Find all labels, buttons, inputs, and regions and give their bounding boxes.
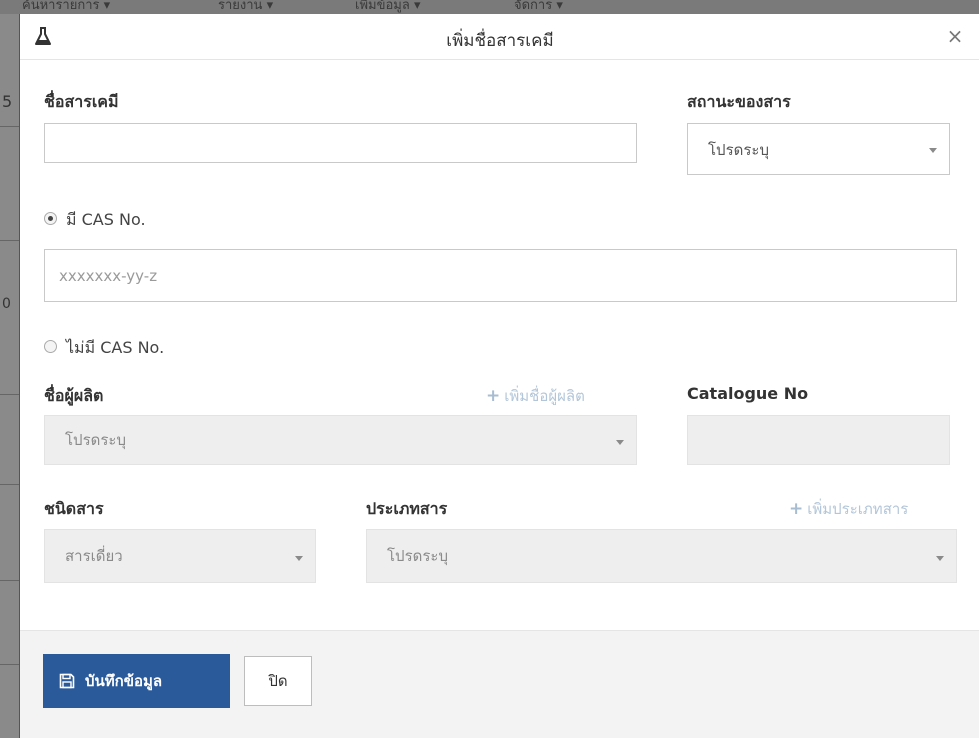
state-selected-value: โปรดระบุ bbox=[708, 141, 770, 159]
chevron-down-icon bbox=[936, 556, 944, 561]
chevron-down-icon bbox=[295, 556, 303, 561]
add-manufacturer-link[interactable]: + เพิ่มชื่อผู้ผลิต bbox=[486, 384, 585, 408]
add-manufacturer-label: เพิ่มชื่อผู้ผลิต bbox=[504, 387, 585, 405]
catalogue-input[interactable] bbox=[688, 416, 949, 464]
chevron-down-icon bbox=[929, 148, 937, 153]
background-nav-item: เพิ่มข้อมูล ▾ bbox=[355, 0, 421, 13]
catalogue-field[interactable] bbox=[687, 415, 950, 465]
add-chemical-dialog: เพิ่มชื่อสารเคมี × ชื่อสารเคมี สถานะของส… bbox=[19, 14, 979, 738]
chemical-name-label: ชื่อสารเคมี bbox=[44, 92, 119, 111]
add-substance-type-label: เพิ่มประเภทสาร bbox=[807, 500, 909, 518]
background-nav: ค้นหารายการ ▾ รายงาน ▾ เพิ่มข้อมูล ▾ จัด… bbox=[0, 0, 979, 14]
dialog-header: เพิ่มชื่อสารเคมี × bbox=[20, 14, 979, 60]
cas-yes-radio[interactable] bbox=[44, 212, 57, 225]
save-button[interactable]: บันทึกข้อมูล bbox=[43, 654, 230, 708]
background-glyph: 0 bbox=[2, 296, 11, 312]
cas-no-radio[interactable] bbox=[44, 340, 57, 353]
cas-number-input[interactable] bbox=[45, 250, 956, 301]
dialog-title: เพิ่มชื่อสารเคมี bbox=[446, 31, 554, 51]
substance-type-select[interactable]: โปรดระบุ bbox=[366, 529, 957, 583]
manufacturer-label: ชื่อผู้ผลิต bbox=[44, 386, 104, 405]
close-icon[interactable]: × bbox=[944, 24, 966, 48]
cas-no-label: ไม่มี CAS No. bbox=[66, 338, 165, 357]
substance-type-label: ประเภทสาร bbox=[366, 499, 448, 518]
manufacturer-selected-value: โปรดระบุ bbox=[65, 431, 127, 449]
add-substance-type-link[interactable]: + เพิ่มประเภทสาร bbox=[789, 497, 908, 521]
catalogue-label: Catalogue No bbox=[687, 384, 809, 403]
background-glyph: 5 bbox=[2, 92, 13, 111]
plus-icon: + bbox=[486, 386, 501, 406]
background-left-strip: 5 0 bbox=[0, 14, 19, 738]
save-button-label: บันทึกข้อมูล bbox=[85, 672, 163, 690]
background-nav-item: จัดการ ▾ bbox=[514, 0, 563, 13]
chevron-down-icon bbox=[616, 440, 624, 445]
background-nav-item: ค้นหารายการ ▾ bbox=[22, 0, 111, 13]
close-button[interactable]: ปิด bbox=[244, 656, 312, 706]
plus-icon: + bbox=[789, 499, 804, 519]
state-label: สถานะของสาร bbox=[687, 92, 791, 111]
chemical-name-input[interactable] bbox=[45, 124, 636, 162]
substance-type-selected-value: โปรดระบุ bbox=[387, 547, 449, 565]
floppy-disk-icon bbox=[59, 673, 75, 689]
background-nav-item: รายงาน ▾ bbox=[218, 0, 274, 13]
substance-kind-selected-value: สารเดี่ยว bbox=[65, 547, 123, 565]
cas-yes-label: มี CAS No. bbox=[66, 210, 146, 229]
substance-kind-label: ชนิดสาร bbox=[44, 499, 104, 518]
state-select[interactable]: โปรดระบุ bbox=[687, 123, 950, 175]
manufacturer-select[interactable]: โปรดระบุ bbox=[44, 415, 637, 465]
chemical-name-field[interactable] bbox=[44, 123, 637, 163]
substance-kind-select[interactable]: สารเดี่ยว bbox=[44, 529, 316, 583]
cas-number-field[interactable] bbox=[44, 249, 957, 302]
